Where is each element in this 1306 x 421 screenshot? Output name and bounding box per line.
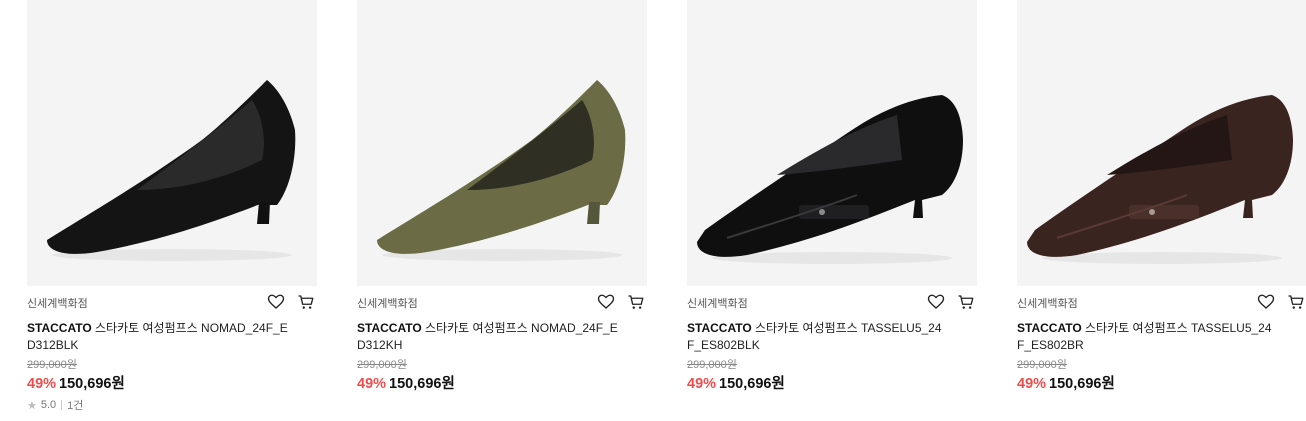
product-card[interactable]: 신세계백화점 STACCATO 스타카토 여성펌프스 TASSELU5_24 F… (687, 0, 977, 421)
heart-icon[interactable] (267, 293, 285, 311)
product-card[interactable]: 신세계백화점 STACCATO 스타카토 여성펌프스 NOMAD_24F_E D… (357, 0, 647, 421)
card-actions (267, 293, 315, 311)
product-card[interactable]: 신세계백화점 STACCATO 스타카토 여성펌프스 TASSELU5_24 F… (1017, 0, 1306, 421)
brand-name: STACCATO (357, 321, 422, 335)
store-name: 신세계백화점 (27, 298, 88, 310)
cart-icon[interactable] (1287, 293, 1305, 311)
product-title[interactable]: STACCATO 스타카토 여성펌프스 TASSELU5_24 F_ES802B… (687, 320, 962, 354)
heart-icon[interactable] (597, 293, 615, 311)
price-row: 49% 150,696원 (27, 372, 125, 393)
card-actions (1257, 293, 1305, 311)
product-title[interactable]: STACCATO 스타카토 여성펌프스 NOMAD_24F_E D312BLK (27, 320, 302, 354)
divider (61, 400, 63, 410)
discount-rate: 49% (1017, 376, 1047, 392)
cart-icon[interactable] (957, 293, 975, 311)
heart-icon[interactable] (1257, 293, 1275, 311)
sale-price: 150,696원 (719, 376, 785, 392)
rating: ★ 5.0 1건 (27, 397, 83, 413)
star-icon: ★ (27, 399, 37, 412)
heart-icon[interactable] (927, 293, 945, 311)
product-image[interactable] (27, 0, 317, 286)
original-price: 299,000원 (1017, 359, 1067, 371)
original-price: 299,000원 (687, 359, 737, 371)
cart-icon[interactable] (297, 293, 315, 311)
product-title[interactable]: STACCATO 스타카토 여성펌프스 TASSELU5_24 F_ES802B… (1017, 320, 1292, 354)
original-price: 299,000원 (27, 359, 77, 371)
store-name: 신세계백화점 (1017, 298, 1078, 310)
product-card[interactable]: 신세계백화점 STACCATO 스타카토 여성펌프스 NOMAD_24F_E D… (27, 0, 317, 421)
store-name: 신세계백화점 (687, 298, 748, 310)
brand-name: STACCATO (687, 321, 752, 335)
price-row: 49% 150,696원 (357, 372, 455, 393)
price-row: 49% 150,696원 (1017, 372, 1115, 393)
review-count: 1건 (67, 400, 84, 412)
discount-rate: 49% (357, 376, 387, 392)
product-image[interactable] (357, 0, 647, 286)
card-actions (927, 293, 975, 311)
sale-price: 150,696원 (1049, 376, 1115, 392)
sale-price: 150,696원 (389, 376, 455, 392)
cart-icon[interactable] (627, 293, 645, 311)
price-row: 49% 150,696원 (687, 372, 785, 393)
rating-score: 5.0 (40, 399, 57, 411)
brand-name: STACCATO (27, 321, 92, 335)
original-price: 299,000원 (357, 359, 407, 371)
product-title[interactable]: STACCATO 스타카토 여성펌프스 NOMAD_24F_E D312KH (357, 320, 632, 354)
product-image[interactable] (1017, 0, 1306, 286)
card-actions (597, 293, 645, 311)
discount-rate: 49% (27, 376, 57, 392)
store-name: 신세계백화점 (357, 298, 418, 310)
discount-rate: 49% (687, 376, 717, 392)
product-grid: 신세계백화점 STACCATO 스타카토 여성펌프스 NOMAD_24F_E D… (0, 0, 1306, 421)
product-image[interactable] (687, 0, 977, 286)
brand-name: STACCATO (1017, 321, 1082, 335)
sale-price: 150,696원 (59, 376, 125, 392)
